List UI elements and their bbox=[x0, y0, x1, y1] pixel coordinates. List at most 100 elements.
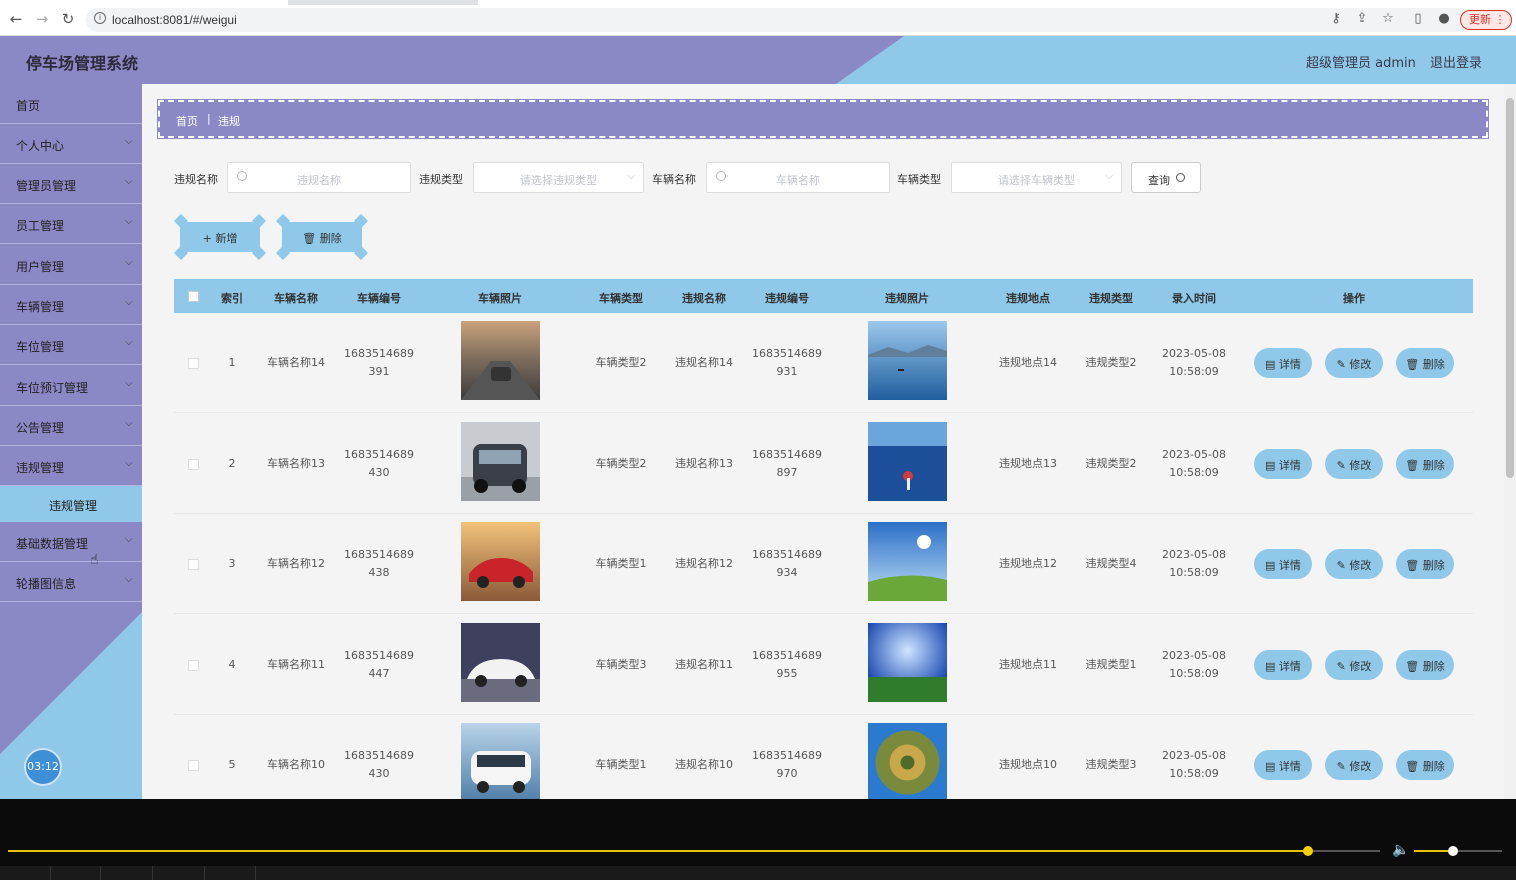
search-icon bbox=[1176, 173, 1185, 182]
location-text: 违规地点13 bbox=[999, 456, 1057, 470]
row-checkbox[interactable] bbox=[188, 760, 199, 771]
sidebar-item-0[interactable]: 首页 bbox=[0, 84, 142, 124]
violation-name-input[interactable]: 违规名称 bbox=[227, 162, 411, 193]
delete-button[interactable]: 🗑 删除 bbox=[1396, 348, 1454, 378]
progress-track[interactable] bbox=[8, 850, 1308, 852]
video-player-bar: 🔈 bbox=[0, 799, 1516, 880]
detail-label: ▤ 详情 bbox=[1265, 659, 1301, 673]
violation-photo[interactable] bbox=[868, 723, 947, 799]
detail-button[interactable]: ▤ 详情 bbox=[1254, 348, 1312, 378]
violation-no-line2: 955 bbox=[776, 666, 798, 680]
update-button[interactable]: 更新 ⋮ bbox=[1460, 10, 1512, 30]
volume-knob[interactable] bbox=[1448, 846, 1458, 856]
sidebar-item-label: 违规管理 bbox=[16, 461, 65, 475]
sidebar-item-11[interactable]: 轮播图信息 ⌵ bbox=[0, 562, 142, 602]
edit-button[interactable]: ✎ 修改 bbox=[1325, 750, 1383, 780]
edit-button[interactable]: ✎ 修改 bbox=[1325, 649, 1383, 680]
violation-no-line2: 970 bbox=[776, 767, 798, 780]
sidebar-item-4[interactable]: 用户管理 ⌵ bbox=[0, 245, 142, 285]
detail-button[interactable]: ▤ 详情 bbox=[1254, 750, 1312, 780]
sidebar-item-8[interactable]: 公告管理 ⌵ bbox=[0, 406, 142, 446]
vehicle-no-line1: 1683514689 bbox=[344, 648, 414, 662]
vehicle-name-input[interactable]: 车辆名称 bbox=[706, 162, 890, 193]
delete-button[interactable]: 🗑 删除 bbox=[1396, 448, 1454, 479]
cell-violation-no: 1683514689 897 bbox=[742, 446, 832, 482]
sidebar-item-7[interactable]: 车位预订管理 ⌵ bbox=[0, 366, 142, 406]
vehicle-no-line1: 1683514689 bbox=[344, 749, 414, 762]
violation-photo[interactable] bbox=[868, 522, 947, 601]
submenu-item-violation[interactable]: 违规管理 bbox=[0, 486, 142, 522]
vehicle-photo[interactable] bbox=[461, 723, 540, 799]
cell-vehicle-no: 1683514689 447 bbox=[334, 647, 424, 683]
reload-icon[interactable]: ↻ bbox=[58, 10, 78, 28]
vehicle-photo[interactable] bbox=[461, 522, 540, 601]
star-icon[interactable]: ☆ bbox=[1380, 11, 1396, 26]
delete-button[interactable]: 🗑 删除 bbox=[1396, 549, 1454, 579]
forward-icon[interactable]: → bbox=[32, 10, 52, 28]
sidebar-item-10[interactable]: 基础数据管理 ⌵ bbox=[0, 522, 142, 562]
vehicle-photo[interactable] bbox=[461, 622, 540, 702]
back-icon[interactable]: ← bbox=[6, 10, 26, 28]
vehicle-photo[interactable] bbox=[461, 321, 540, 400]
chevron-down-icon: ⌵ bbox=[125, 534, 133, 545]
violation-photo[interactable] bbox=[868, 622, 947, 702]
delete-button[interactable]: 🗑 删除 bbox=[1396, 649, 1454, 680]
violation-name-text: 违规名称14 bbox=[675, 356, 733, 369]
detail-button[interactable]: ▤ 详情 bbox=[1254, 549, 1312, 579]
detail-button[interactable]: ▤ 详情 bbox=[1254, 448, 1312, 479]
violation-no-line2: 931 bbox=[776, 365, 798, 378]
row-checkbox[interactable] bbox=[188, 358, 199, 369]
column-header: 车辆名称 bbox=[274, 292, 318, 305]
vehicle-photo[interactable] bbox=[461, 421, 540, 501]
vehicle-no-line2: 391 bbox=[368, 365, 390, 378]
cell-violation-name: 违规名称11 bbox=[664, 656, 744, 674]
row-checkbox[interactable] bbox=[188, 659, 199, 671]
sidebar-item-9[interactable]: 违规管理 ⌵ bbox=[0, 446, 142, 486]
sidebar-item-5[interactable]: 车辆管理 ⌵ bbox=[0, 285, 142, 325]
row-checkbox[interactable] bbox=[188, 559, 199, 570]
sidebar-item-label: 基础数据管理 bbox=[16, 537, 89, 551]
sidepanel-icon[interactable]: ▯ bbox=[1410, 11, 1426, 26]
query-button[interactable]: 查询 bbox=[1131, 162, 1201, 193]
column-header: 违规类型 bbox=[1089, 292, 1133, 305]
volume-icon[interactable]: 🔈 bbox=[1392, 842, 1409, 858]
edit-button[interactable]: ✎ 修改 bbox=[1325, 549, 1383, 579]
edit-button[interactable]: ✎ 修改 bbox=[1325, 448, 1383, 479]
detail-button[interactable]: ▤ 详情 bbox=[1254, 649, 1312, 680]
address-bar[interactable]: i localhost:8081/#/weigui bbox=[86, 8, 1476, 32]
breadcrumb-home[interactable]: 首页 bbox=[176, 113, 198, 129]
logout-link[interactable]: 退出登录 bbox=[1430, 52, 1482, 71]
cell-index: 3 bbox=[212, 555, 252, 573]
edit-button[interactable]: ✎ 修改 bbox=[1325, 348, 1383, 378]
sidebar-item-2[interactable]: 管理员管理 ⌵ bbox=[0, 164, 142, 204]
profile-icon[interactable]: ● bbox=[1436, 11, 1452, 26]
add-button[interactable]: + 新增 bbox=[173, 222, 267, 261]
delete-button[interactable]: 🗑 删除 bbox=[1396, 750, 1454, 780]
table-row: 3 车辆名称12 1683514689 438 车辆类型1 违规名称12 168351468… bbox=[174, 514, 1473, 614]
sidebar-item-1[interactable]: 个人中心 ⌵ bbox=[0, 124, 142, 164]
batch-delete-button[interactable]: 🗑 删除 bbox=[275, 222, 369, 261]
browser-chrome: ← → ↻ i localhost:8081/#/weigui ⚷ ⇪ ☆ ▯ … bbox=[0, 0, 1516, 36]
sidebar-item-3[interactable]: 员工管理 ⌵ bbox=[0, 204, 142, 244]
chevron-down-icon: ⌵ bbox=[627, 171, 635, 182]
vehicle-type-select[interactable]: 请选择车辆类型 ⌵ bbox=[951, 162, 1122, 193]
cell-violation-no: 1683514689 931 bbox=[742, 345, 832, 381]
chevron-down-icon: ⌵ bbox=[125, 574, 133, 585]
sidebar-item-6[interactable]: 车位管理 ⌵ bbox=[0, 325, 142, 365]
row-checkbox[interactable] bbox=[188, 458, 199, 470]
key-icon[interactable]: ⚷ bbox=[1328, 11, 1344, 26]
violation-photo[interactable] bbox=[868, 321, 947, 400]
main-content: 首页 | 违规 违规名称 违规名称 违规类型 请选择违规类型 ⌵ 车辆名称 车辆… bbox=[142, 84, 1504, 799]
info-icon[interactable]: i bbox=[94, 12, 106, 24]
scrollbar[interactable] bbox=[1504, 84, 1516, 799]
location-text: 违规地点11 bbox=[999, 657, 1057, 671]
column-header: 车辆类型 bbox=[599, 292, 643, 305]
violation-photo[interactable] bbox=[868, 421, 947, 501]
violation-type-select[interactable]: 请选择违规类型 ⌵ bbox=[473, 162, 644, 193]
vehicle-type-text: 车辆类型1 bbox=[595, 557, 647, 570]
progress-knob[interactable] bbox=[1303, 846, 1313, 856]
vehicle-no-line2: 447 bbox=[368, 666, 390, 680]
time-text: 10:58:09 bbox=[1169, 465, 1219, 479]
tab-strip bbox=[0, 0, 1516, 5]
share-icon[interactable]: ⇪ bbox=[1354, 11, 1370, 26]
